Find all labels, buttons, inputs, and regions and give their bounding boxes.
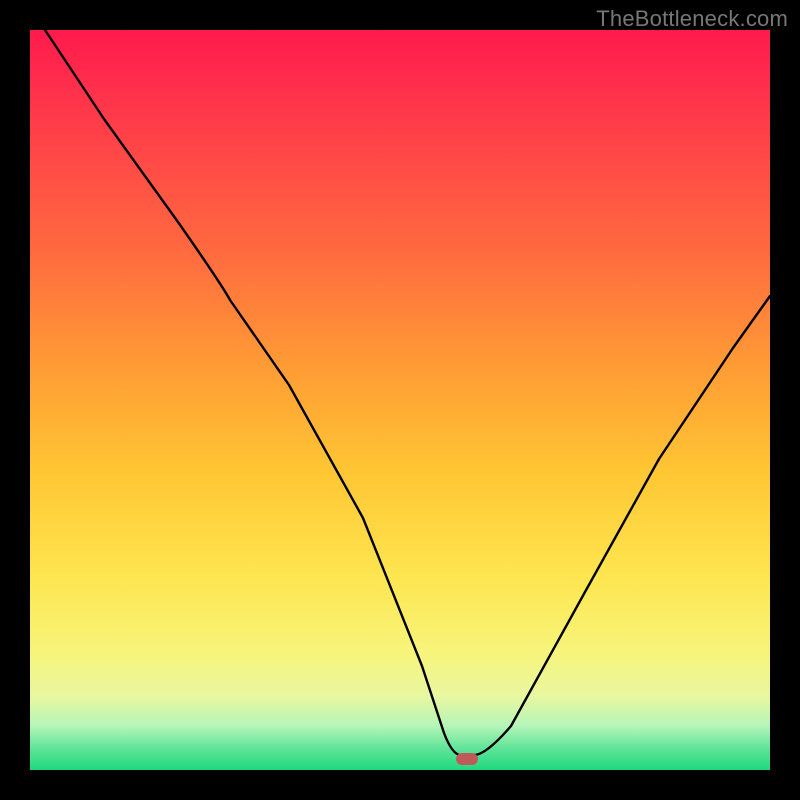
watermark-text: TheBottleneck.com: [596, 6, 788, 32]
curve-path: [45, 30, 770, 755]
bottleneck-curve: [30, 30, 770, 770]
chart-frame: TheBottleneck.com: [0, 0, 800, 800]
optimal-marker: [456, 753, 478, 765]
plot-area: [30, 30, 770, 770]
